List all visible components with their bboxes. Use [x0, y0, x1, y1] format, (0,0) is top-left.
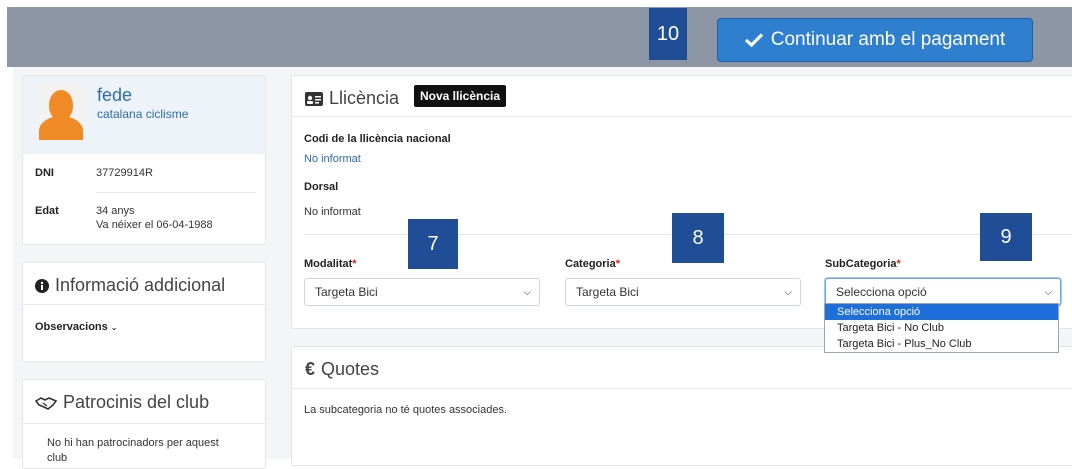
modalitat-selected-value: Targeta Bici [315, 285, 378, 299]
licence-title-text: Llicència [329, 88, 400, 108]
new-licence-badge: Nova llicència [414, 85, 507, 107]
chevron-down-icon: ⌄ [110, 322, 118, 332]
age-label: Edat [35, 205, 59, 217]
chevron-down-icon: ⌵ [784, 287, 792, 298]
dorsal-value: No informat [304, 206, 361, 218]
observations-label: Observacions [35, 321, 108, 333]
no-sponsors-text: No hi han patrocinadors per aquest club [47, 437, 219, 464]
subcategoria-selected-value: Selecciona opció [836, 285, 927, 299]
quotes-title-text: Quotes [321, 359, 380, 379]
categoria-select[interactable]: Targeta Bici ⌵ [565, 278, 801, 306]
sponsors-title: Patrocinis del club [35, 392, 209, 413]
avatar [37, 84, 85, 140]
handshake-icon [35, 396, 57, 410]
categoria-label: Categoria* [565, 258, 621, 270]
additional-info-title-text: Informació addicional [55, 275, 226, 295]
subcategoria-dropdown: Selecciona opció Targeta Bici - No Club … [824, 303, 1059, 353]
dni-label: DNI [35, 167, 54, 179]
chevron-down-icon: ⌵ [523, 287, 531, 298]
dorsal-label: Dorsal [304, 181, 339, 193]
national-code-label: Codi de la llicència nacional [304, 133, 451, 145]
observations-toggle[interactable]: Observacions ⌄ [35, 321, 117, 333]
user-name[interactable]: fede [97, 85, 132, 106]
dropdown-option[interactable]: Selecciona opció [825, 304, 1058, 320]
step-7-marker: 7 [408, 219, 458, 269]
age-value: 34 anys [96, 205, 135, 217]
subcategoria-select[interactable]: Selecciona opció ⌵ [825, 278, 1061, 306]
subcategoria-label: SubCategoria* [825, 258, 901, 270]
dropdown-option[interactable]: Targeta Bici - No Club [825, 320, 1058, 336]
check-icon [744, 33, 763, 47]
modalitat-select[interactable]: Targeta Bici ⌵ [304, 278, 540, 306]
quotes-card: € Quotes La subcategoria no té quotes as… [291, 346, 1072, 466]
additional-info-card: Informació addicional Observacions ⌄ [22, 262, 266, 362]
dropdown-option[interactable]: Targeta Bici - Plus_No Club [825, 336, 1058, 352]
licence-card: Llicència Nova llicència Codi de la llic… [291, 75, 1072, 329]
continue-payment-button[interactable]: Continuar amb el pagament [717, 18, 1033, 62]
birth-date-value: Va néixer el 06-04-1988 [96, 219, 213, 231]
step-9-marker: 9 [980, 213, 1032, 261]
step-8-marker: 8 [672, 213, 724, 263]
modalitat-label: Modalitat* [304, 258, 357, 270]
sponsors-card: Patrocinis del club No hi han patrocinad… [22, 379, 266, 469]
step-10-marker: 10 [649, 8, 687, 60]
euro-icon: € [305, 359, 316, 379]
user-club[interactable]: catalana ciclisme [97, 107, 188, 121]
chevron-down-icon: ⌵ [1044, 287, 1052, 298]
national-code-value[interactable]: No informat [304, 153, 361, 165]
licence-title: Llicència [305, 88, 399, 109]
id-card-icon [305, 91, 323, 106]
additional-info-title: Informació addicional [35, 275, 225, 296]
quotes-title: € Quotes [305, 359, 379, 380]
profile-card: fede catalana ciclisme DNI 37729914R Eda… [22, 75, 266, 245]
info-icon [35, 278, 49, 293]
categoria-selected-value: Targeta Bici [576, 285, 639, 299]
no-quotes-text: La subcategoria no té quotes associades. [304, 404, 508, 416]
dni-value: 37729914R [96, 167, 153, 179]
continue-payment-label: Continuar amb el pagament [770, 29, 1006, 50]
sponsors-title-text: Patrocinis del club [63, 392, 210, 412]
